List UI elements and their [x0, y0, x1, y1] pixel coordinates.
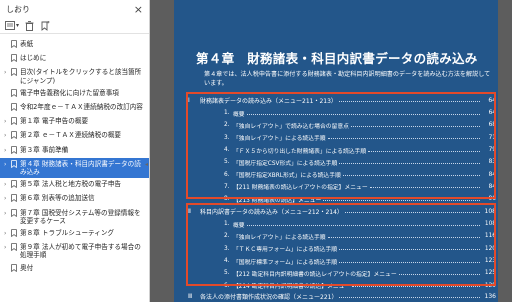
document-page: 第４章 財務諸表・科目内訳書データの読み込み 第４章では、法人税申告書に添付する…	[174, 0, 498, 302]
expand-chevron-icon[interactable]: ›	[4, 209, 11, 218]
section-page: 136	[484, 292, 496, 300]
expand-chevron-icon[interactable]: ›	[4, 243, 11, 252]
chapter-intro: 第４章では、法人税申告書に添付する財務諸表・勘定科目内訳明細書のデータを読み込む…	[204, 71, 491, 87]
expand-chevron-icon	[4, 54, 11, 55]
toc-section-3: Ⅲ 各法人の添付書類作成状況の確認（メニュー221） 136	[174, 291, 498, 301]
section-title: 各法人の添付書類作成状況の確認（メニュー221）	[200, 293, 338, 301]
bookmark-label: 第２章 ｅ－ＴＡＸ連続納税の概要	[20, 131, 122, 140]
expand-chevron-icon[interactable]: ›	[4, 146, 11, 155]
bookmark-label: 奥付	[20, 263, 34, 272]
section-2-highlight-box	[186, 203, 496, 286]
bookmark-item[interactable]: › 第４章 財務諸表・科目内訳書データの読み込み	[0, 157, 149, 179]
expand-chevron-icon[interactable]: ›	[4, 68, 11, 77]
bookmark-label: 第１章 電子申告の概要	[20, 117, 89, 126]
bookmark-label: 第３章 事前準備	[20, 145, 69, 154]
bookmark-item[interactable]: › 第１章 電子申告の概要	[0, 115, 149, 129]
bookmark-label: 第４章 財務諸表・科目内訳書データの読み込み	[20, 159, 141, 177]
bookmark-label: はじめに	[20, 54, 47, 63]
bookmark-label: 第８章 トラブルシューティング	[20, 229, 115, 238]
bookmark-icon	[11, 208, 20, 219]
bookmark-list: 表紙はじめに › 目次(タイトルをクリックすると該当箇所にジャンプ) 電子申告義務化に…	[0, 34, 149, 296]
section-1-highlight-box	[186, 92, 496, 199]
close-panel-icon[interactable]: ×	[134, 4, 143, 15]
bookmark-item[interactable]: › 第７章 国税受付システム等の登録情報を変更するケース	[0, 207, 149, 227]
new-bookmark-button[interactable]	[40, 20, 50, 31]
add-bookmark-icon	[41, 20, 50, 31]
bookmark-label: 表紙	[20, 40, 34, 48]
bookmark-label: 電子申告義務化に向けた留意事項	[20, 88, 119, 97]
bookmark-icon	[11, 117, 20, 127]
expand-chevron-icon[interactable]: ›	[4, 160, 11, 169]
options-dropdown-icon: ▾	[16, 22, 20, 29]
bookmark-icon	[11, 68, 20, 78]
chapter-title: 第４章 財務諸表・科目内訳書データの読み込み	[196, 51, 478, 66]
delete-bookmark-button[interactable]	[25, 20, 34, 31]
expand-chevron-icon[interactable]: ›	[4, 180, 11, 189]
expand-chevron-icon[interactable]: ›	[4, 131, 11, 140]
bookmark-label: 令和2年度ｅ－ＴＡＸ連続納税の改訂内容	[20, 103, 143, 112]
list-options-icon	[5, 21, 15, 30]
expand-chevron-icon	[4, 103, 11, 104]
leader-dots	[339, 293, 480, 298]
trash-icon	[25, 20, 34, 31]
expand-chevron-icon	[4, 264, 11, 265]
collapse-panel-arrow-icon[interactable]: ◂	[145, 161, 148, 168]
bookmark-item[interactable]: › 第５章 法人税と地方税の電子申告	[0, 178, 149, 192]
bookmark-item[interactable]: › 第８章 トラブルシューティング	[0, 227, 149, 241]
bookmark-item[interactable]: 表紙	[0, 38, 149, 52]
expand-chevron-icon	[4, 89, 11, 90]
bookmark-item[interactable]: › 第６章 別表等の追加送信	[0, 192, 149, 206]
bookmark-label: 第７章 国税受付システム等の登録情報を変更するケース	[20, 208, 141, 225]
bookmark-icon	[11, 194, 20, 204]
bookmark-item[interactable]: › 第９章 法人が初めて電子申告する場合の処理手順	[0, 241, 149, 261]
bookmark-item[interactable]: › 目次(タイトルをクリックすると該当箇所にジャンプ)	[0, 66, 149, 86]
options-menu-button[interactable]: ▾	[5, 20, 19, 31]
bookmark-item[interactable]: はじめに	[0, 52, 149, 66]
bookmark-icon	[11, 40, 20, 50]
bookmark-item[interactable]: 令和2年度ｅ－ＴＡＸ連続納税の改訂内容	[0, 101, 149, 115]
expand-chevron-icon[interactable]: ›	[4, 194, 11, 203]
bookmark-label: 第５章 法人税と地方税の電子申告	[20, 180, 122, 189]
bookmark-icon	[11, 54, 20, 64]
bookmark-icon	[11, 145, 20, 156]
bookmark-icon	[11, 131, 20, 141]
bookmark-item[interactable]: › 第２章 ｅ－ＴＡＸ連続納税の概要	[0, 129, 149, 143]
bookmark-icon	[11, 89, 20, 99]
bookmark-icon	[11, 263, 20, 274]
bookmark-icon	[11, 160, 20, 170]
bookmark-label: 目次(タイトルをクリックすると該当箇所にジャンプ)	[20, 68, 142, 85]
panel-toolbar: ▾	[0, 18, 149, 34]
bookmark-icon	[11, 180, 20, 190]
bookmarks-panel: しおり × ▾ 表紙 はじめに › 目次(タイトルをクリックすると該当箇所にジャ…	[0, 0, 150, 302]
bookmark-item[interactable]: 奥付	[0, 262, 149, 276]
document-viewer[interactable]: 第４章 財務諸表・科目内訳書データの読み込み 第４章では、法人税申告書に添付する…	[150, 0, 512, 302]
bookmark-label: 第９章 法人が初めて電子申告する場合の処理手順	[20, 243, 141, 260]
panel-header: しおり ×	[0, 0, 149, 18]
bookmark-icon	[11, 243, 20, 253]
bookmark-icon	[11, 103, 20, 113]
expand-chevron-icon[interactable]: ›	[4, 117, 11, 126]
expand-chevron-icon	[4, 40, 11, 41]
toc-section-3-heading[interactable]: Ⅲ 各法人の添付書類作成状況の確認（メニュー221） 136	[174, 291, 498, 301]
bookmark-item[interactable]: 電子申告義務化に向けた留意事項	[0, 87, 149, 101]
expand-chevron-icon[interactable]: ›	[4, 229, 11, 238]
panel-title: しおり	[6, 4, 30, 14]
bookmark-label: 第６章 別表等の追加送信	[20, 194, 95, 203]
section-numeral: Ⅲ	[188, 292, 193, 300]
bookmark-icon	[11, 229, 20, 239]
bookmark-item[interactable]: › 第３章 事前準備	[0, 144, 149, 158]
